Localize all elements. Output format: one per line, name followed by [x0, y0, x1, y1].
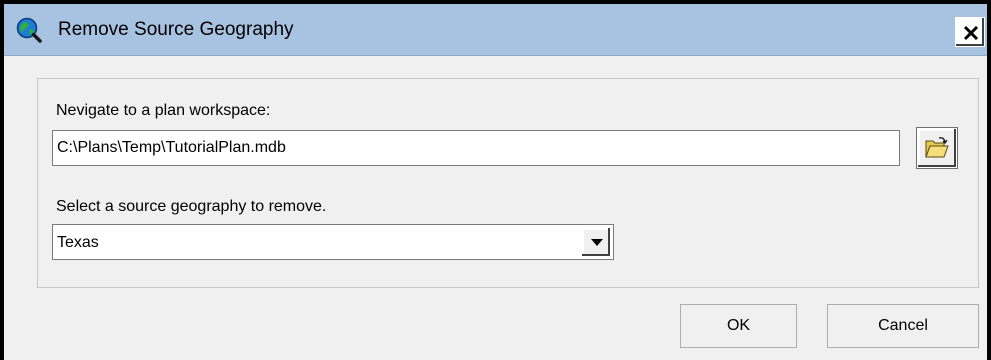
window-title: Remove Source Geography — [58, 19, 294, 40]
remove-source-geography-dialog: Remove Source Geography Nevigate to a pl… — [0, 0, 991, 360]
workspace-label: Nevigate to a plan workspace: — [56, 102, 271, 119]
cancel-button[interactable]: Cancel — [827, 304, 979, 348]
selected-geography: Texas — [57, 234, 99, 251]
source-geography-select[interactable]: Texas — [52, 224, 614, 260]
chevron-down-icon — [591, 239, 603, 246]
source-geography-label: Select a source geography to remove. — [56, 198, 327, 215]
globe-magnifier-icon — [16, 17, 42, 43]
dropdown-arrow-button[interactable] — [581, 227, 611, 257]
workspace-path-input[interactable] — [52, 130, 900, 166]
close-icon — [963, 25, 979, 41]
close-button[interactable] — [955, 17, 985, 47]
browse-workspace-button[interactable] — [917, 128, 957, 168]
title-bar[interactable]: Remove Source Geography — [4, 4, 987, 56]
ok-button[interactable]: OK — [680, 304, 797, 348]
open-folder-icon — [925, 137, 949, 158]
